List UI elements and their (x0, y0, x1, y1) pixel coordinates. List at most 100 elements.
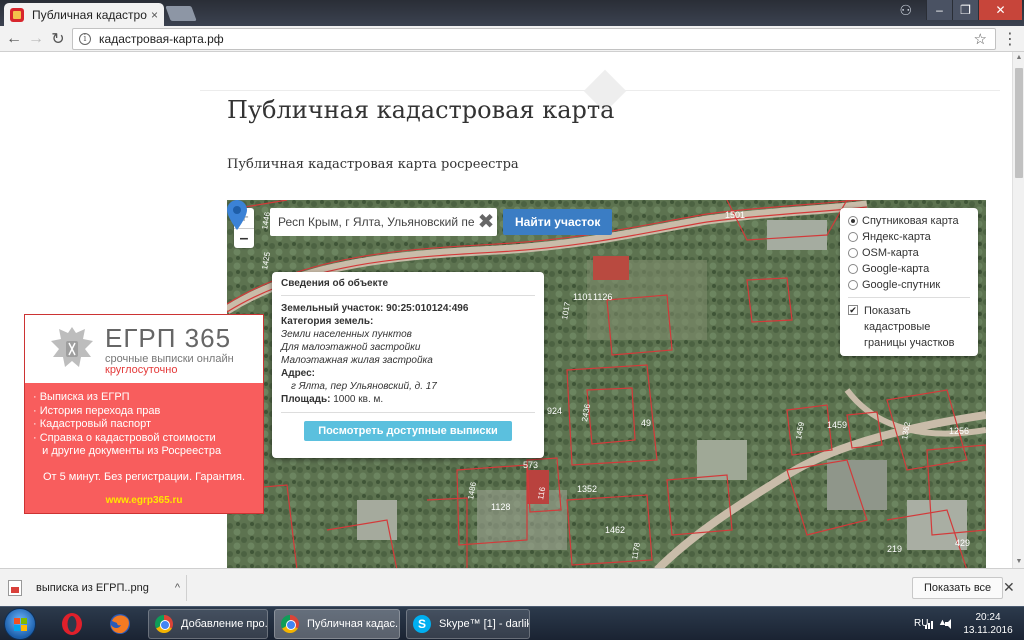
opera-logo-icon (62, 613, 82, 635)
page-subtitle: Публичная кадастровая карта росреестра (227, 157, 519, 172)
skype-icon: S (413, 615, 431, 633)
start-button[interactable] (4, 608, 36, 640)
image-file-icon (8, 580, 22, 596)
checkbox-icon[interactable]: ✔ (848, 305, 858, 315)
close-downloads-bar-icon[interactable]: ✕ (1003, 579, 1015, 596)
browser-menu-icon[interactable]: ⋮ (1002, 29, 1018, 49)
clock-date: 13.11.2016 (963, 625, 1013, 636)
download-item[interactable]: выписка из ЕГРП..png ^ (8, 575, 180, 601)
ad-service-item: · Кадастровый паспорт (33, 418, 152, 430)
radio-icon[interactable] (848, 280, 858, 290)
show-all-downloads-button[interactable]: Показать все (912, 577, 1004, 599)
taskbar-item-chrome-1[interactable]: Добавление про... (148, 609, 268, 639)
svg-text:49: 49 (641, 418, 651, 428)
firefox-icon[interactable] (100, 610, 140, 638)
scroll-down-arrow-icon[interactable]: ▼ (1013, 556, 1024, 568)
radio-icon[interactable] (848, 248, 858, 258)
page-scrollbar[interactable]: ▲ ▼ (1012, 52, 1024, 568)
download-options-chevron-icon[interactable]: ^ (175, 582, 180, 594)
ad-services-list: · Выписка из ЕГРП · История перехода пра… (33, 391, 221, 459)
opera-icon[interactable] (52, 610, 92, 638)
category-line: Земли населенных пунктов (281, 329, 412, 340)
address-value: г Ялта, пер Ульяновский, д. 17 (291, 381, 437, 392)
scroll-thumb[interactable] (1015, 68, 1023, 178)
page-content: Публичная кадастровая карта Публичная ка… (0, 52, 1012, 568)
browser-tab-strip: Публичная кадастрово × ⚇ – ❐ ✕ (0, 0, 1024, 26)
svg-text:1128: 1128 (491, 502, 510, 512)
svg-text:573: 573 (523, 460, 538, 470)
radio-icon[interactable] (848, 264, 858, 274)
close-window-button[interactable]: ✕ (978, 0, 1022, 20)
back-arrow-icon[interactable]: ← (4, 29, 24, 49)
find-parcel-button[interactable]: Найти участок (503, 209, 613, 235)
windows-taskbar: Добавление про... Публичная кадас... S S… (0, 606, 1024, 640)
url-text[interactable]: кадастровая-карта.рф (99, 32, 974, 46)
egrp365-ad-banner[interactable]: ЕГРП 365 срочные выписки онлайн круглосу… (24, 314, 264, 514)
parcel-label: Земельный участок: (281, 303, 384, 314)
svg-text:429: 429 (955, 538, 970, 548)
downloads-bar: выписка из ЕГРП..png ^ Показать все ✕ (0, 568, 1024, 606)
chrome-icon (281, 615, 299, 633)
svg-text:1256: 1256 (949, 426, 969, 436)
bookmark-star-icon[interactable]: ☆ (974, 30, 987, 48)
chrome-icon (155, 615, 173, 633)
taskbar-item-chrome-2[interactable]: Публичная кадас... (274, 609, 400, 639)
network-icon[interactable] (924, 618, 936, 630)
ad-slogan: От 5 минут. Без регистрации. Гарантия. (42, 471, 246, 483)
clear-search-icon[interactable]: ✖ (475, 212, 497, 232)
ad-header: ЕГРП 365 срочные выписки онлайн круглосу… (25, 315, 263, 385)
tab-title: Публичная кадастрово (32, 7, 147, 22)
cadastral-map[interactable]: 1501 1101 1126 924 49 573 1352 1462 1128… (227, 200, 986, 568)
ad-service-item: и другие документы из Росреестра (33, 445, 222, 457)
system-clock[interactable]: 20:24 13.11.2016 (958, 611, 1018, 637)
restore-button[interactable]: ❐ (952, 0, 978, 20)
show-boundaries-option[interactable]: ✔ Показать кадастровые границы участков (848, 303, 970, 351)
scroll-up-arrow-icon[interactable]: ▲ (1013, 52, 1024, 64)
reload-icon[interactable]: ↻ (48, 29, 68, 49)
ad-brand: ЕГРП 365 (105, 323, 232, 353)
tab-close-icon[interactable]: × (151, 8, 158, 22)
radio-icon[interactable] (848, 232, 858, 242)
minimize-button[interactable]: – (926, 0, 952, 20)
site-favicon-icon (10, 7, 24, 22)
radio-icon[interactable] (848, 216, 858, 226)
svg-text:924: 924 (547, 406, 562, 416)
address-search-input[interactable] (278, 215, 475, 229)
firefox-logo-icon (110, 614, 130, 634)
clock-time: 20:24 (975, 612, 1001, 623)
svg-text:1501: 1501 (725, 210, 745, 220)
show-boundaries-label: Показать кадастровые границы участков (864, 305, 955, 349)
location-pin-icon[interactable] (227, 200, 247, 230)
popup-title: Сведения об объекте (281, 278, 535, 296)
taskbar-item-skype[interactable]: S Skype™ [1] - darlik7 (406, 609, 530, 639)
area-label: Площадь: (281, 394, 331, 405)
address-bar[interactable]: i кадастровая-карта.рф ☆ (72, 28, 996, 50)
user-profile-icon[interactable]: ⚇ (899, 2, 912, 19)
volume-icon[interactable] (944, 618, 956, 630)
browser-tab-active[interactable]: Публичная кадастрово × (4, 3, 164, 26)
windows-logo-icon (14, 618, 27, 631)
layer-option-google-map[interactable]: Google-карта (848, 261, 970, 277)
view-extracts-button[interactable]: Посмотреть доступные выписки (304, 421, 512, 441)
svg-text:1462: 1462 (605, 525, 625, 535)
category-line: Малоэтажная жилая застройка (281, 355, 433, 366)
page-title: Публичная кадастровая карта (227, 96, 615, 124)
address-search-box: ✖ (270, 208, 497, 236)
category-line: Для малоэтажной застройки (281, 342, 421, 353)
layer-option-google-satellite[interactable]: Google-спутник (848, 277, 970, 293)
zoom-out-button[interactable]: – (234, 228, 254, 248)
layer-option-osm[interactable]: OSM-карта (848, 245, 970, 261)
object-info-popup: Сведения об объекте Земельный участок: 9… (272, 272, 544, 458)
site-info-icon[interactable]: i (79, 33, 91, 45)
eagle-emblem-icon (51, 327, 93, 367)
ad-url-link[interactable]: www.egrp365.ru (25, 495, 263, 506)
downloads-divider (186, 575, 187, 601)
svg-text:1126: 1126 (593, 292, 612, 302)
layer-option-yandex[interactable]: Яндекс-карта (848, 229, 970, 245)
forward-arrow-icon[interactable]: → (26, 29, 46, 49)
area-value: 1000 кв. м. (333, 394, 384, 405)
layer-option-satellite[interactable]: Спутниковая карта (848, 213, 970, 229)
download-file-name[interactable]: выписка из ЕГРП..png (36, 582, 175, 594)
new-tab-button[interactable] (165, 6, 197, 21)
ad-tagline-accent: круглосуточно (105, 364, 178, 376)
